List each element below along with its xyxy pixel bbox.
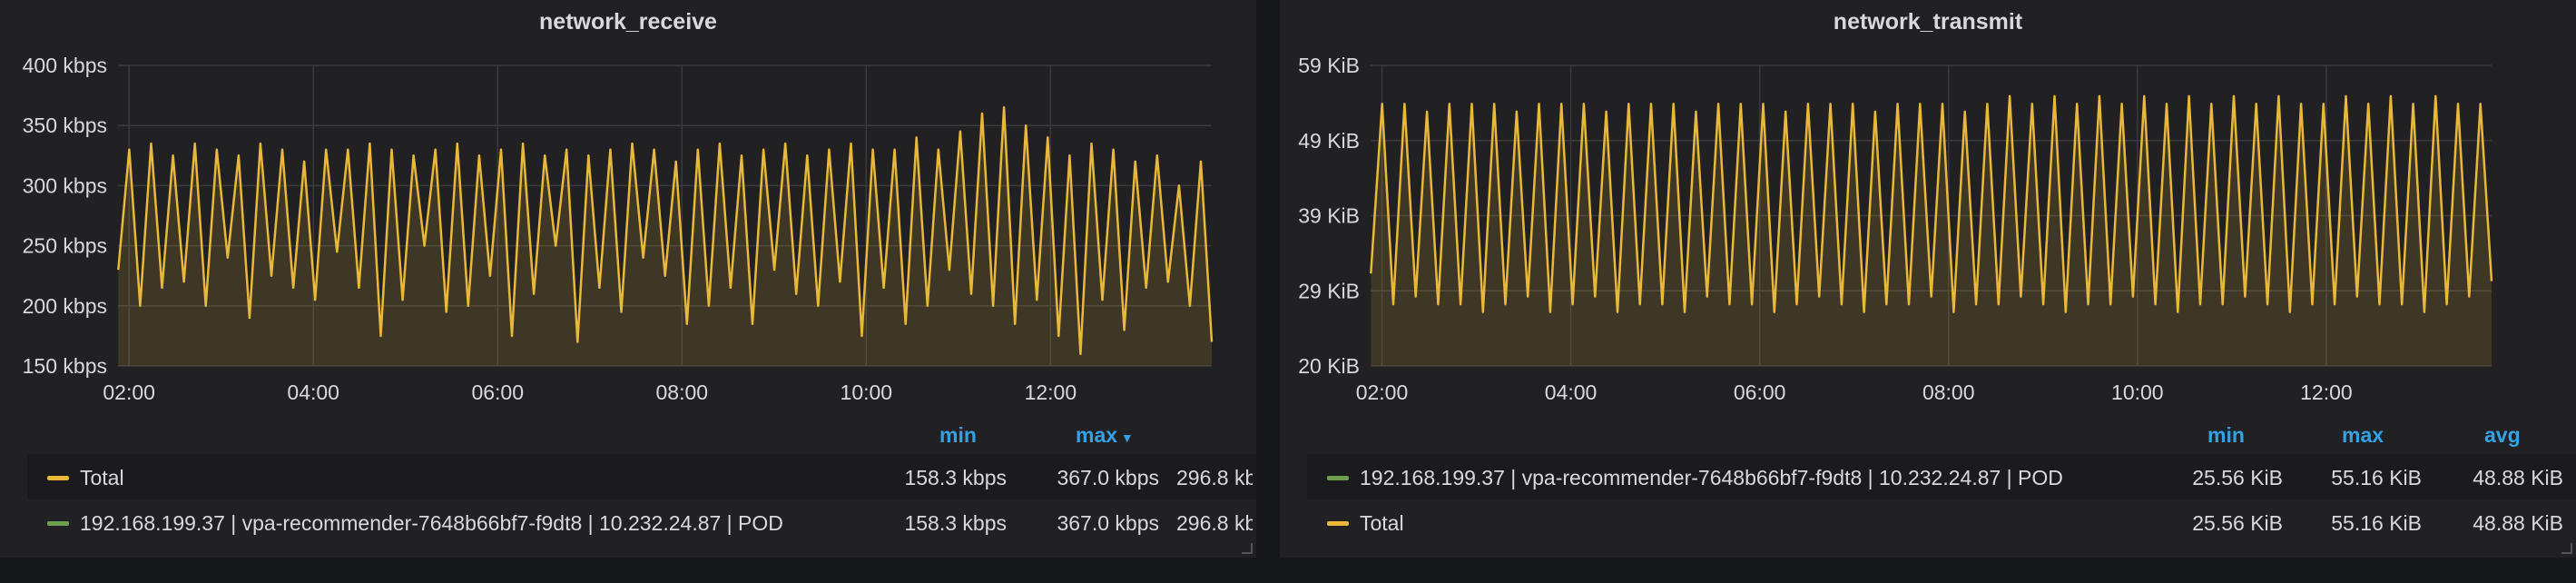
legend-row[interactable]: 192.168.199.37 | vpa-recommender-7648b66… xyxy=(1307,454,2576,499)
y-tick-label: 29 KiB xyxy=(1298,279,1360,302)
series-name[interactable]: 192.168.199.37 | vpa-recommender-7648b66… xyxy=(80,511,783,536)
y-tick-label: 59 KiB xyxy=(1298,54,1360,77)
x-tick-label: 06:00 xyxy=(1734,380,1786,404)
series-color-swatch[interactable] xyxy=(1327,521,1349,526)
series-name[interactable]: Total xyxy=(1360,511,1404,536)
legend-header: min max avg xyxy=(1280,418,2576,454)
x-tick-label: 10:00 xyxy=(2111,380,2164,404)
legend-header-min[interactable]: min xyxy=(939,423,977,448)
legend-header-max[interactable]: max ▼ xyxy=(1076,423,1134,448)
series-max: 367.0 kbps xyxy=(1057,511,1159,535)
y-tick-label: 300 kbps xyxy=(23,173,107,197)
series-min: 158.3 kbps xyxy=(904,511,1007,535)
panel-network-receive: network_receive 150 kbps 200 kbps 250 kbps… xyxy=(0,0,1256,558)
y-tick-label: 350 kbps xyxy=(23,114,107,137)
sort-desc-icon: ▼ xyxy=(1117,430,1134,445)
y-tick-label: 20 KiB xyxy=(1298,354,1360,378)
legend-row[interactable]: 192.168.199.37 | vpa-recommender-7648b66… xyxy=(27,499,1256,545)
series-color-swatch[interactable] xyxy=(47,521,69,526)
legend-header-avg[interactable]: avg xyxy=(2484,423,2521,448)
y-tick-label: 150 kbps xyxy=(23,354,107,378)
series-color-swatch[interactable] xyxy=(47,476,69,480)
series-color-swatch[interactable] xyxy=(1327,476,1349,480)
series-max: 367.0 kbps xyxy=(1057,466,1159,489)
y-tick-label: 39 KiB xyxy=(1298,204,1360,228)
series-avg: 48.88 KiB xyxy=(2473,511,2563,535)
legend-header: min max ▼ xyxy=(0,418,1256,454)
series-min: 158.3 kbps xyxy=(904,466,1007,489)
legend-row[interactable]: Total 158.3 kbps 367.0 kbps 296.8 kbps xyxy=(27,454,1256,499)
series-min: 25.56 KiB xyxy=(2192,466,2283,489)
legend: min max avg 192.168.199.37 | vpa-recomme… xyxy=(1280,418,2576,545)
x-tick-label: 12:00 xyxy=(2300,380,2353,404)
y-tick-label: 250 kbps xyxy=(23,234,107,258)
x-tick-label: 06:00 xyxy=(471,380,524,404)
series-area-fill xyxy=(1371,95,2492,367)
series-avg: 296.8 kbps xyxy=(1176,466,1253,489)
x-tick-label: 10:00 xyxy=(841,380,893,404)
y-tick-label: 400 kbps xyxy=(23,54,107,77)
series-name[interactable]: Total xyxy=(80,466,124,490)
panel-network-transmit: network_transmit 20 KiB 29 KiB 39 KiB 49 Ki… xyxy=(1280,0,2576,558)
x-tick-label: 04:00 xyxy=(287,380,339,404)
series-name[interactable]: 192.168.199.37 | vpa-recommender-7648b66… xyxy=(1360,466,2063,490)
x-tick-label: 08:00 xyxy=(655,380,708,404)
panel-resize-handle[interactable] xyxy=(2561,543,2572,554)
y-tick-label: 49 KiB xyxy=(1298,129,1360,153)
y-tick-label: 200 kbps xyxy=(23,294,107,318)
chart-network-transmit[interactable]: 20 KiB 29 KiB 39 KiB 49 KiB 59 KiB 02:00 04:00… xyxy=(1280,0,2576,409)
legend-header-min[interactable]: min xyxy=(2207,423,2245,448)
x-tick-label: 04:00 xyxy=(1545,380,1598,404)
legend-header-max[interactable]: max xyxy=(2342,423,2384,448)
series-max: 55.16 KiB xyxy=(2331,466,2422,489)
series-min: 25.56 KiB xyxy=(2192,511,2283,535)
panel-resize-handle[interactable] xyxy=(1242,543,1253,554)
legend-header-max-label: max xyxy=(1076,423,1118,447)
series-avg: 296.8 kbps xyxy=(1176,511,1253,535)
series-max: 55.16 KiB xyxy=(2331,511,2422,535)
legend: min max ▼ Total 158.3 kbps 367.0 kbps 29… xyxy=(0,418,1256,545)
series-avg: 48.88 KiB xyxy=(2473,466,2563,489)
x-tick-label: 02:00 xyxy=(1356,380,1409,404)
x-tick-label: 12:00 xyxy=(1025,380,1077,404)
x-tick-label: 08:00 xyxy=(1922,380,1975,404)
x-tick-label: 02:00 xyxy=(103,380,155,404)
legend-row[interactable]: Total 25.56 KiB 55.16 KiB 48.88 KiB xyxy=(1307,499,2576,545)
chart-network-receive[interactable]: 150 kbps 200 kbps 250 kbps 300 kbps 350 kbps… xyxy=(0,0,1256,409)
